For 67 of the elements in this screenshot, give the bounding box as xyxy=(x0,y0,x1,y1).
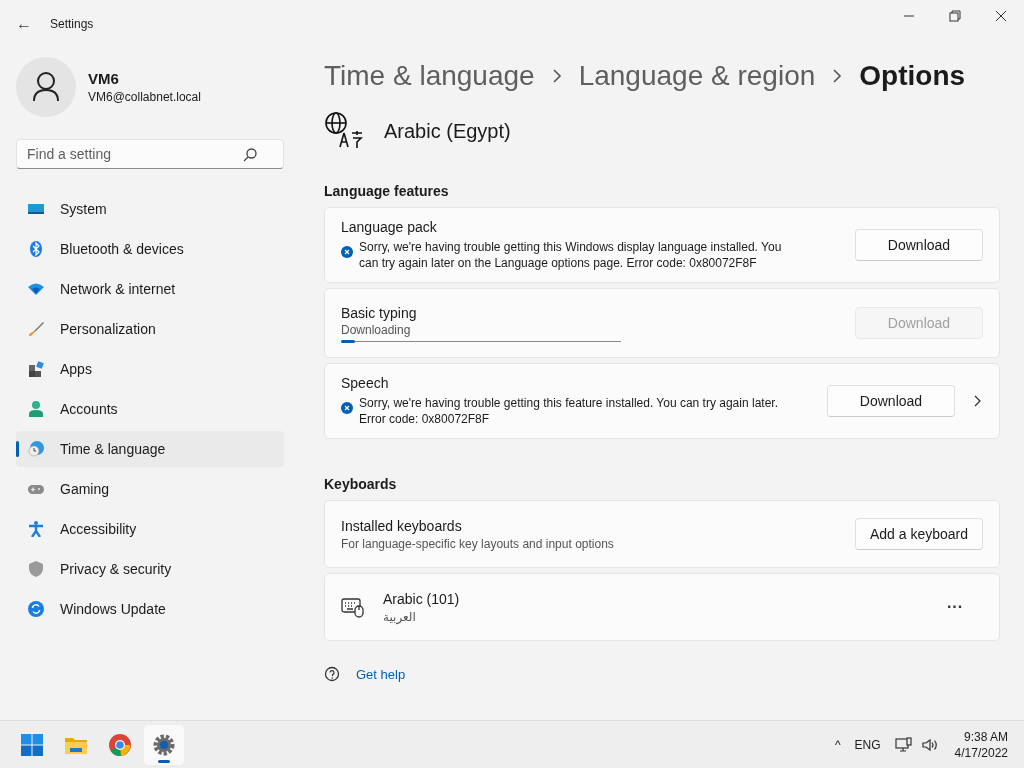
close-button[interactable] xyxy=(995,10,1007,22)
section-heading: Language features xyxy=(324,183,450,199)
download-button[interactable]: Download xyxy=(827,385,955,417)
sidebar-item[interactable]: Bluetooth & devices xyxy=(16,231,284,267)
section-heading: Keyboards xyxy=(324,476,398,492)
user-email: VM6@collabnet.local xyxy=(88,90,201,104)
keyboard-icon xyxy=(341,596,365,618)
feature-title: Language pack xyxy=(341,219,438,235)
clock-date[interactable]: 4/17/2022 xyxy=(954,744,1008,761)
sidebar-item[interactable]: Time & language xyxy=(16,431,284,467)
search-field[interactable]: Find a setting xyxy=(16,139,284,169)
error-icon xyxy=(341,402,353,414)
page-title: Options xyxy=(859,60,966,92)
window-title: Settings xyxy=(50,17,94,31)
user-name: VM6 xyxy=(88,70,120,87)
restore-button[interactable] xyxy=(949,10,961,22)
wifi-icon xyxy=(28,281,44,297)
sidebar-item[interactable]: Personalization xyxy=(16,311,284,347)
apps-icon xyxy=(28,361,44,377)
sidebar-item[interactable]: System xyxy=(16,191,284,227)
download-button[interactable]: Download xyxy=(855,229,983,261)
error-icon xyxy=(341,246,353,258)
breadcrumb-link[interactable]: Language & region xyxy=(578,60,816,92)
person-icon xyxy=(28,401,44,417)
feature-title: Speech xyxy=(341,375,390,391)
breadcrumb-link[interactable]: Time & language xyxy=(324,60,535,92)
chevron-icon xyxy=(831,69,844,83)
sidebar-item[interactable]: Apps xyxy=(16,351,284,387)
network-icon[interactable] xyxy=(894,736,913,753)
card-subtitle: For language-specific key layouts and input options xyxy=(341,536,615,551)
error-message: Sorry, we're having trouble getting this Windows display language installed. You can try again later on the Language options page. Error code: 0x80072F8F xyxy=(359,239,783,271)
add-keyboard-button[interactable]: Add a keyboard xyxy=(854,518,983,550)
browser-icon xyxy=(108,732,132,757)
bluetooth-icon xyxy=(28,241,44,257)
sidebar-item[interactable]: Network & internet xyxy=(16,271,284,307)
search-icon xyxy=(242,147,258,163)
globe-clock-icon xyxy=(28,441,44,457)
chevron-icon xyxy=(550,69,563,83)
more-button[interactable]: ··· xyxy=(939,594,971,620)
help-icon xyxy=(324,666,340,682)
keyboard-name: Arabic (101) xyxy=(383,590,461,607)
feature-title: Basic typing xyxy=(341,304,418,321)
keyboard-native-name: العربية xyxy=(383,609,417,624)
sidebar-item[interactable]: Accounts xyxy=(16,391,284,427)
tray-chevron[interactable]: ^ xyxy=(834,737,841,752)
accessibility-icon xyxy=(28,521,44,537)
sidebar-item[interactable]: Gaming xyxy=(16,471,284,507)
status-text: Downloading xyxy=(341,322,412,337)
brush-icon xyxy=(28,321,44,337)
error-message: Sorry, we're having trouble getting this feature installed. You can try again later. Error code: 0x80072F8F xyxy=(359,395,779,427)
clock-time[interactable]: 9:38 AM xyxy=(963,728,1008,745)
gear-icon xyxy=(152,732,176,757)
back-button[interactable]: ← xyxy=(16,15,36,33)
card-title: Installed keyboards xyxy=(341,517,463,534)
sidebar-item[interactable]: Accessibility xyxy=(16,511,284,547)
sidebar-item[interactable]: Privacy & security xyxy=(16,551,284,587)
help-link[interactable]: Get help xyxy=(356,666,406,682)
language-icon xyxy=(324,111,364,151)
update-icon xyxy=(28,601,44,617)
input-language[interactable]: ENG xyxy=(854,737,881,752)
monitor-icon xyxy=(28,201,44,217)
sidebar-item[interactable]: Windows Update xyxy=(16,591,284,627)
speaker-icon[interactable] xyxy=(920,736,939,753)
taskbar-app[interactable] xyxy=(144,724,184,765)
shield-icon xyxy=(28,561,44,577)
language-name: Arabic (Egypt) xyxy=(384,119,511,143)
start-icon xyxy=(20,732,44,757)
